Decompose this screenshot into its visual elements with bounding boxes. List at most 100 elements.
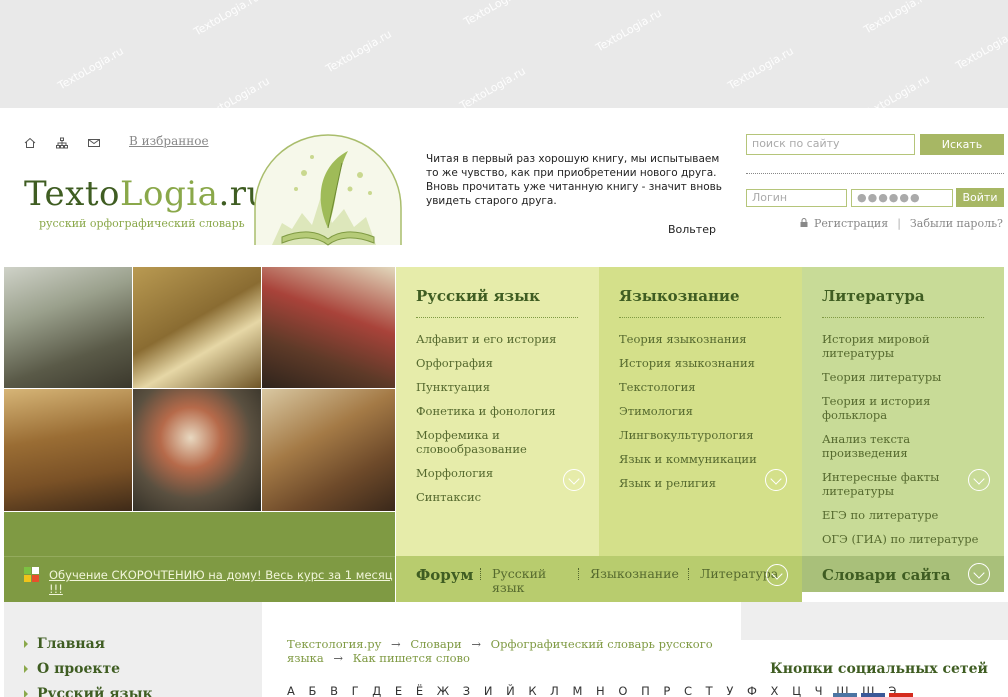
dictionaries-bar: Словари сайта: [802, 556, 1004, 592]
search-input[interactable]: поиск по сайту: [746, 134, 915, 155]
category-link[interactable]: Фонетика и фонология: [416, 404, 579, 418]
category-link[interactable]: Язык и коммуникации: [619, 452, 782, 466]
login-field[interactable]: Логин: [746, 189, 847, 207]
expand-chevron-icon[interactable]: [765, 469, 787, 491]
category-link[interactable]: Анализ текста произведения: [822, 432, 984, 460]
home-icon[interactable]: [24, 134, 38, 148]
sidebar-item-label: О проекте: [37, 661, 121, 677]
painting-lomonosov: [133, 389, 261, 511]
category-link[interactable]: Морфемика и словообразование: [416, 428, 579, 456]
separator: [688, 568, 689, 580]
watermark: TextoLogia.ru: [861, 72, 932, 108]
sidebar-item-home[interactable]: Главная: [24, 636, 262, 652]
category-link[interactable]: ЕГЭ по литературе: [822, 508, 984, 522]
category-link[interactable]: История языкознания: [619, 356, 782, 370]
book-feather-emblem: [252, 133, 404, 251]
arrow-right-icon: →: [333, 651, 344, 665]
category-russian: Русский язык Алфавит и его история Орфог…: [396, 267, 599, 556]
quote-author: Вольтер: [668, 223, 716, 236]
login-button[interactable]: Войти: [956, 188, 1004, 207]
category-link[interactable]: Синтаксис: [416, 490, 579, 504]
category-link[interactable]: Теория литературы: [822, 370, 984, 384]
category-link[interactable]: История мировой литературы: [822, 332, 984, 360]
sidebar-item-label: Русский язык: [37, 686, 153, 697]
quote-text: Читая в первый раз хорошую книгу, мы исп…: [426, 153, 722, 207]
search-button[interactable]: Искать: [920, 134, 1004, 155]
watermark: TextoLogia.ru: [953, 24, 1008, 73]
breadcrumb-current[interactable]: Как пишется слово: [353, 651, 470, 665]
forgot-password-link[interactable]: Забыли пароль?: [910, 217, 1003, 230]
register-link[interactable]: Регистрация: [814, 217, 888, 230]
lock-icon: [800, 217, 808, 230]
watermark: TextoLogia.ru: [201, 74, 272, 108]
sidebar-item-label: Главная: [37, 636, 105, 652]
sidebar-nav: Главная О проекте Русский язык: [4, 602, 262, 697]
painting-library: [4, 389, 132, 511]
arrow-right-icon: →: [391, 637, 401, 651]
divider: [746, 173, 1004, 174]
forum-bar: Форум Русский язык Языкознание Литератур…: [396, 556, 802, 602]
forum-title[interactable]: Форум: [416, 566, 473, 584]
watermark: TextoLogia.ru: [323, 27, 394, 76]
right-column: Кнопки социальных сетей: [741, 602, 1008, 697]
password-field[interactable]: ●●●●●●: [851, 189, 953, 207]
category-link[interactable]: Алфавит и его история: [416, 332, 579, 346]
breadcrumb-dictionaries[interactable]: Словари: [410, 637, 461, 651]
add-to-favorites-link[interactable]: В избранное: [129, 134, 209, 148]
category-linguistics: Языкознание Теория языкознания История я…: [599, 267, 802, 556]
separator: |: [897, 217, 901, 230]
expand-chevron-icon[interactable]: [563, 469, 585, 491]
category-link[interactable]: Орфография: [416, 356, 579, 370]
vk-icon[interactable]: [833, 693, 857, 697]
category-link[interactable]: Этимология: [619, 404, 782, 418]
watermark: TextoLogia.ru: [593, 6, 664, 55]
watermark: TextoLogia.ru: [461, 0, 532, 29]
expand-chevron-icon[interactable]: [968, 469, 990, 491]
mail-icon[interactable]: [88, 134, 102, 148]
category-link[interactable]: Текстология: [619, 380, 782, 394]
category-link[interactable]: Теория и история фольклора: [822, 394, 984, 422]
watermark: TextoLogia.ru: [457, 64, 528, 108]
sidebar-item-russian[interactable]: Русский язык: [24, 686, 262, 697]
category-link[interactable]: ОГЭ (ГИА) по литературе: [822, 532, 984, 546]
paintings-collage: [4, 267, 395, 512]
category-title[interactable]: Языкознание: [619, 287, 781, 318]
painting-open-book: [133, 267, 261, 388]
logo-text-logia: Logia: [119, 174, 219, 214]
sidebar-item-about[interactable]: О проекте: [24, 661, 262, 677]
category-link[interactable]: Теория языкознания: [619, 332, 782, 346]
breadcrumb-home[interactable]: Текстология.ру: [287, 637, 381, 651]
category-link[interactable]: Лингвокультурология: [619, 428, 782, 442]
category-link[interactable]: Язык и религия: [619, 476, 782, 490]
category-link[interactable]: Интересные факты литературы: [822, 470, 984, 498]
logo-text-texto: Texto: [24, 174, 120, 214]
decor-band: [4, 512, 395, 556]
category-link[interactable]: Пунктуация: [416, 380, 579, 394]
triangle-right-icon: [24, 690, 28, 697]
facebook-icon[interactable]: [861, 693, 885, 697]
social-buttons-title: Кнопки социальных сетей: [770, 661, 988, 677]
watermark: TextoLogia.ru: [191, 0, 262, 39]
watermark: TextoLogia.ru: [55, 44, 126, 93]
expand-chevron-icon[interactable]: [766, 564, 788, 586]
category-title[interactable]: Русский язык: [416, 287, 578, 318]
dictionaries-title[interactable]: Словари сайта: [822, 566, 951, 584]
watermark: TextoLogia.ru: [861, 0, 932, 37]
promo-link[interactable]: Обучение СКОРОЧТЕНИЮ на дому! Весь курс …: [49, 568, 394, 596]
site-logo[interactable]: TextoLogia.ru: [24, 174, 269, 214]
youtube-icon[interactable]: [889, 693, 913, 697]
promo-banner[interactable]: Обучение СКОРОЧТЕНИЮ на дому! Весь курс …: [4, 556, 395, 602]
arrow-right-icon: →: [471, 637, 481, 651]
expand-chevron-icon[interactable]: [968, 563, 990, 585]
site-tagline: русский орфографический словарь: [39, 217, 245, 230]
header-icons: [24, 134, 102, 149]
painting-books-still-life: [262, 389, 395, 511]
category-link[interactable]: Морфология: [416, 466, 579, 480]
forum-link-linguistics[interactable]: Языкознание: [590, 567, 679, 581]
category-title[interactable]: Литература: [822, 287, 984, 318]
forum-link-russian[interactable]: Русский язык: [492, 567, 564, 595]
promo-icon: [24, 567, 40, 583]
sitemap-icon[interactable]: [56, 134, 70, 149]
category-literature: Литература История мировой литературы Те…: [802, 267, 1004, 592]
breadcrumb: Текстология.ру → Словари → Орфографическ…: [287, 637, 727, 665]
